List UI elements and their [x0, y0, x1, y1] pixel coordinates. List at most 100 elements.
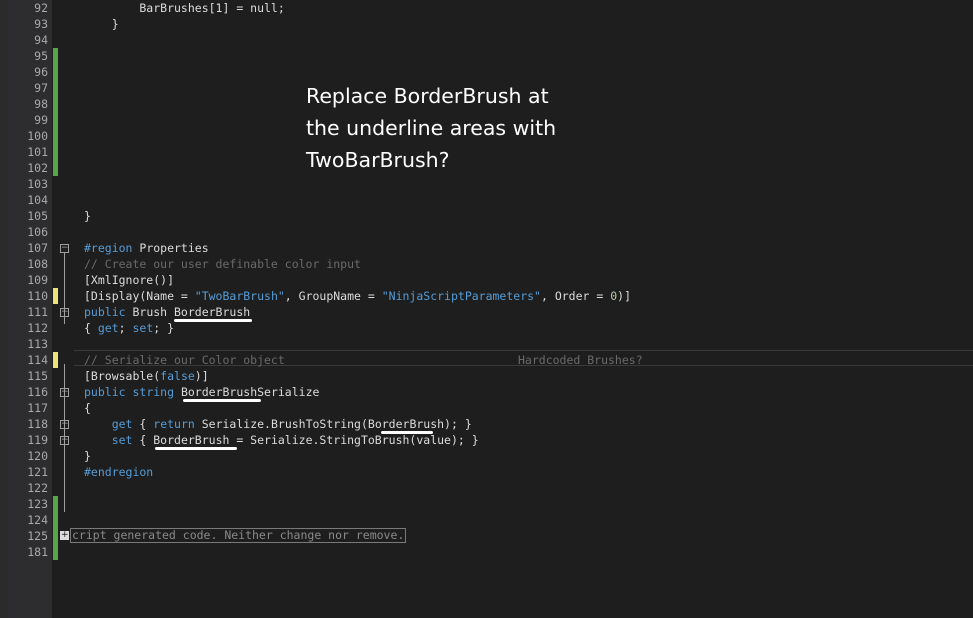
code-comment: // Create our user definable color input: [84, 257, 361, 271]
code-line[interactable]: 112 { get; set; }: [0, 320, 973, 336]
line-number: 98: [34, 97, 48, 111]
code-text: [XmlIgnore()]: [84, 273, 175, 287]
code-line[interactable]: 108 // Create our user definable color i…: [0, 256, 973, 272]
annotation-question: Replace BorderBrush at the underline area…: [306, 80, 606, 176]
line-number: 111: [27, 305, 48, 319]
code-line[interactable]: 181: [0, 544, 973, 560]
code-line[interactable]: 117 {: [0, 400, 973, 416]
expand-region-toggle[interactable]: +: [60, 531, 69, 540]
code-line[interactable]: 122: [0, 480, 973, 496]
code-line[interactable]: 104: [0, 192, 973, 208]
code-line[interactable]: 125 + cript generated code. Neither chan…: [0, 528, 973, 544]
code-line[interactable]: 94: [0, 32, 973, 48]
code-text: get { return Serialize.BrushToString(Bor…: [111, 417, 472, 431]
change-marker-saved: [53, 496, 58, 512]
code-text: }: [84, 449, 91, 463]
code-line[interactable]: 92 BarBrushes[1] = null;: [0, 0, 973, 16]
line-number: 104: [27, 193, 48, 207]
line-number: 120: [27, 449, 48, 463]
underline-borderbrush-119: [155, 447, 237, 450]
annotation-line: the underline areas with: [306, 116, 557, 140]
code-text: #region Properties: [84, 241, 209, 255]
code-line[interactable]: 110 [Display(Name = "TwoBarBrush", Group…: [0, 288, 973, 304]
code-line[interactable]: 105 }: [0, 208, 973, 224]
code-line[interactable]: 123: [0, 496, 973, 512]
line-number: 92: [34, 1, 48, 15]
change-marker-saved: [53, 64, 58, 80]
code-text: BarBrushes[1] = null;: [84, 1, 285, 15]
change-marker-saved: [53, 80, 58, 96]
line-number: 123: [27, 497, 48, 511]
line-number: 95: [34, 49, 48, 63]
collapsed-region-block[interactable]: cript generated code. Neither change nor…: [70, 528, 407, 543]
line-number: 103: [27, 177, 48, 191]
line-number: 109: [27, 273, 48, 287]
code-text: public string BorderBrushSerialize: [84, 385, 320, 399]
code-text: [Browsable(false)]: [84, 369, 209, 383]
code-text: set { BorderBrush = Serialize.StringToBr…: [111, 433, 479, 447]
code-line[interactable]: 115 [Browsable(false)]: [0, 368, 973, 384]
change-marker-saved: [53, 96, 58, 112]
code-text: { get; set; }: [84, 321, 175, 335]
line-number: 102: [27, 161, 48, 175]
underline-borderbrush-111: [174, 319, 252, 322]
line-number: 107: [27, 241, 48, 255]
code-line[interactable]: 114 // Serialize our Color object Hardco…: [0, 352, 973, 368]
change-marker-saved: [53, 112, 58, 128]
collapse-accessor-toggle[interactable]: −: [60, 420, 69, 429]
collapse-accessor-toggle[interactable]: −: [60, 436, 69, 445]
annotation-line: Replace BorderBrush at: [306, 84, 549, 108]
code-line[interactable]: 120 }: [0, 448, 973, 464]
line-number: 101: [27, 145, 48, 159]
line-number: 116: [27, 385, 48, 399]
line-number: 100: [27, 129, 48, 143]
code-text: [Display(Name = "TwoBarBrush", GroupName…: [84, 289, 632, 303]
code-line[interactable]: 106: [0, 224, 973, 240]
change-marker-saved: [53, 48, 58, 64]
hardcoded-brushes-note: Hardcoded Brushes?: [518, 353, 643, 367]
code-line[interactable]: 111 − public Brush BorderBrush: [0, 304, 973, 320]
code-line[interactable]: 118 − get { return Serialize.BrushToStri…: [0, 416, 973, 432]
change-marker-unsaved: [53, 288, 58, 304]
collapse-property-toggle[interactable]: −: [60, 308, 69, 317]
code-editor[interactable]: 92 BarBrushes[1] = null; 93 } 94 95 96 9…: [0, 0, 973, 618]
change-marker-saved: [53, 512, 58, 528]
code-line[interactable]: 96: [0, 64, 973, 80]
line-number: 124: [27, 513, 48, 527]
line-number: 181: [27, 545, 48, 559]
line-number: 115: [27, 369, 48, 383]
code-line[interactable]: 109 [XmlIgnore()]: [0, 272, 973, 288]
code-text: {: [84, 401, 91, 415]
line-number: 96: [34, 65, 48, 79]
line-number: 119: [27, 433, 48, 447]
code-line[interactable]: 124: [0, 512, 973, 528]
code-line[interactable]: 107 − #region Properties: [0, 240, 973, 256]
code-line[interactable]: 103: [0, 176, 973, 192]
line-number: 99: [34, 113, 48, 127]
line-number: 97: [34, 81, 48, 95]
change-marker-saved: [53, 528, 58, 544]
collapse-property-toggle[interactable]: −: [60, 388, 69, 397]
line-number: 105: [27, 209, 48, 223]
change-marker-saved: [53, 160, 58, 176]
line-number: 121: [27, 465, 48, 479]
line-number: 112: [27, 321, 48, 335]
code-text: }: [84, 17, 119, 31]
change-marker-saved: [53, 128, 58, 144]
line-number: 118: [27, 417, 48, 431]
code-text: #endregion: [84, 465, 154, 479]
line-number: 94: [34, 33, 48, 47]
annotation-line: TwoBarBrush?: [306, 148, 450, 172]
line-number: 108: [27, 257, 48, 271]
code-line[interactable]: 119 − set { BorderBrush = Serialize.Stri…: [0, 432, 973, 448]
code-text: public Brush BorderBrush: [84, 305, 251, 319]
code-line[interactable]: 93 }: [0, 16, 973, 32]
code-line[interactable]: 116 − public string BorderBrushSerialize: [0, 384, 973, 400]
line-number: 125: [27, 529, 48, 543]
line-number: 122: [27, 481, 48, 495]
code-line[interactable]: 121 #endregion: [0, 464, 973, 480]
code-line[interactable]: 95: [0, 48, 973, 64]
collapse-region-toggle[interactable]: −: [60, 244, 69, 253]
line-number: 117: [27, 401, 48, 415]
code-line[interactable]: 113: [0, 336, 973, 352]
